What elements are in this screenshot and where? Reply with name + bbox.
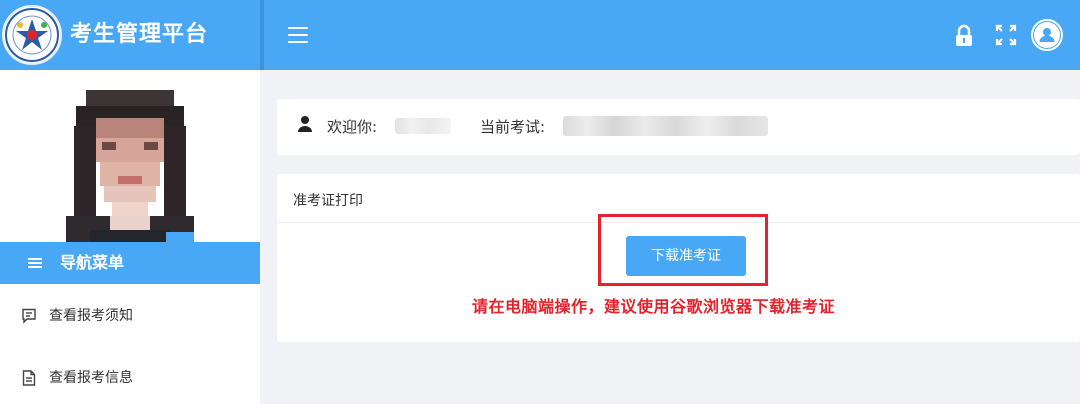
current-exam-label: 当前考试:: [480, 118, 546, 136]
sidebar-item-label: 查看报考信息: [49, 370, 133, 386]
browser-notice: 请在电脑端操作，建议使用谷歌浏览器下载准考证: [472, 297, 836, 316]
admission-ticket-print-card: 准考证打印 下载准考证 请在电脑端操作，建议使用谷歌浏览器下载准考证: [277, 174, 1080, 342]
document-icon: [22, 370, 36, 386]
candidate-photo: [66, 82, 194, 250]
sidebar-item-exam-info[interactable]: 查看报考信息: [0, 354, 260, 402]
nav-menu-title: 导航菜单: [60, 253, 125, 272]
redacted-exam-name: [563, 116, 768, 136]
welcome-label: 欢迎你:: [327, 118, 378, 136]
welcome-card: 欢迎你: 当前考试:: [277, 99, 1080, 155]
fullscreen-icon[interactable]: [994, 23, 1018, 47]
message-icon: [22, 308, 36, 324]
lock-icon[interactable]: [953, 24, 975, 48]
download-admission-ticket-button[interactable]: 下载准考证: [626, 236, 746, 276]
sidebar: 导航菜单 查看报考须知 查看报考信息: [0, 70, 260, 404]
sidebar-item-label: 查看报考须知: [49, 308, 133, 324]
app-title: 考生管理平台: [70, 22, 209, 47]
header-divider: [260, 0, 264, 70]
nav-menu-header: 导航菜单: [0, 242, 260, 284]
menu-icon[interactable]: [286, 24, 310, 46]
brand: 考生管理平台: [0, 0, 260, 70]
top-header: 考生管理平台: [0, 0, 1080, 70]
list-icon: [28, 256, 42, 270]
sidebar-item-exam-notice[interactable]: 查看报考须知: [0, 292, 260, 340]
print-panel-title: 准考证打印: [293, 193, 363, 209]
user-avatar-icon[interactable]: [1031, 19, 1063, 51]
logo: [2, 5, 62, 65]
redacted-user-name: [395, 118, 451, 134]
person-icon: [297, 115, 313, 133]
